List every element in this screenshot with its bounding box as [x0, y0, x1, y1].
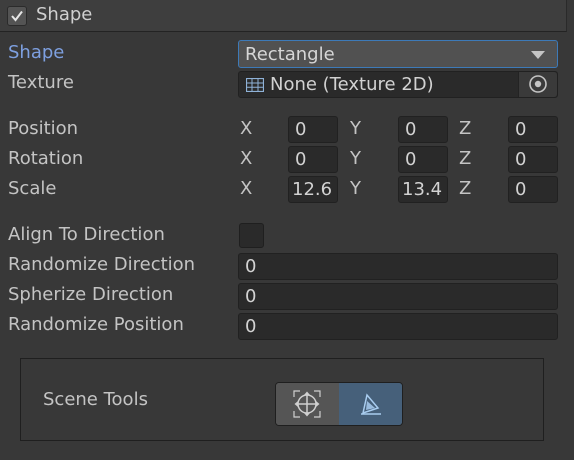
scale-z-field[interactable]: 0	[508, 176, 558, 203]
object-picker-icon	[529, 75, 547, 93]
module-title: Shape	[36, 4, 93, 25]
randomize-position-label: Randomize Position	[8, 314, 184, 335]
shape-dropdown-value: Rectangle	[245, 44, 335, 65]
shape-edit-tool-button[interactable]	[339, 383, 402, 425]
checkmark-icon	[11, 10, 23, 22]
module-enabled-checkbox[interactable]	[7, 6, 27, 26]
shape-edit-icon	[361, 393, 381, 415]
scale-x-field[interactable]: 12.6	[288, 176, 338, 203]
rotation-x-field[interactable]: 0	[288, 146, 338, 173]
randomize-position-field[interactable]: 0	[238, 313, 558, 340]
position-x-axis-label: X	[240, 118, 253, 139]
rotation-z-axis-label: Z	[459, 148, 472, 169]
position-y-axis-label: Y	[350, 118, 361, 139]
scale-label: Scale	[8, 178, 57, 199]
scene-tools-label: Scene Tools	[43, 389, 148, 410]
object-picker-button[interactable]	[518, 72, 557, 97]
rotation-z-field[interactable]: 0	[508, 146, 558, 173]
position-y-field[interactable]: 0	[398, 116, 448, 143]
rotation-x-axis-label: X	[240, 148, 253, 169]
spherize-direction-label: Spherize Direction	[8, 284, 174, 305]
scale-z-axis-label: Z	[459, 178, 472, 199]
spherize-direction-field[interactable]: 0	[238, 283, 558, 310]
shape-module-header[interactable]: Shape	[0, 0, 567, 32]
scale-y-axis-label: Y	[350, 178, 361, 199]
position-z-axis-label: Z	[459, 118, 472, 139]
rotation-label: Rotation	[8, 148, 84, 169]
transform-tool-button[interactable]	[276, 383, 340, 425]
rotation-y-axis-label: Y	[350, 148, 361, 169]
randomize-direction-label: Randomize Direction	[8, 254, 196, 275]
position-x-field[interactable]: 0	[288, 116, 338, 143]
transform-gizmo-icon	[293, 390, 321, 418]
align-to-direction-label: Align To Direction	[8, 224, 165, 245]
scene-tools-panel: Scene Tools	[20, 358, 544, 441]
texture-label: Texture	[8, 72, 74, 93]
texture-value: None (Texture 2D)	[270, 74, 434, 95]
dropdown-arrow-icon	[531, 51, 545, 59]
shape-dropdown[interactable]: Rectangle	[238, 40, 558, 68]
scale-x-axis-label: X	[240, 178, 253, 199]
texture-object-field[interactable]: None (Texture 2D)	[238, 71, 558, 98]
rotation-y-field[interactable]: 0	[398, 146, 448, 173]
position-z-field[interactable]: 0	[508, 116, 558, 143]
scale-y-field[interactable]: 13.4	[398, 176, 448, 203]
position-label: Position	[8, 118, 79, 139]
scene-tools-toolbar	[275, 382, 403, 426]
texture-icon	[246, 78, 264, 92]
align-to-direction-checkbox[interactable]	[239, 223, 264, 248]
randomize-direction-field[interactable]: 0	[238, 253, 558, 280]
shape-label: Shape	[8, 42, 65, 63]
